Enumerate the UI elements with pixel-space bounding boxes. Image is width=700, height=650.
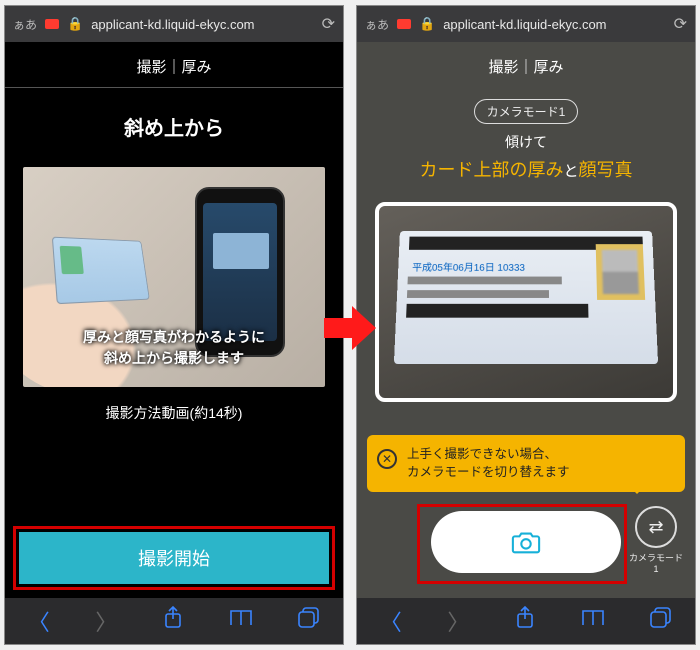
- phone-screenshot-left: ぁあ 🔒 applicant-kd.liquid-ekyc.com ⟳ 撮影｜厚…: [4, 5, 344, 645]
- video-caption[interactable]: 撮影方法動画(約14秒): [5, 403, 343, 423]
- mode-switch-hint: ✕ 上手く撮影できない場合、 カメラモードを切り替えます: [367, 435, 685, 493]
- text-size-control[interactable]: ぁあ: [13, 16, 37, 33]
- camera-icon: [511, 529, 541, 555]
- shutter-button[interactable]: [431, 511, 621, 573]
- tabs-icon[interactable]: [650, 607, 672, 635]
- refresh-icon[interactable]: ⟳: [322, 14, 335, 34]
- camera-guide-frame: 平成05年06月16日 10333: [375, 202, 677, 402]
- back-icon[interactable]: 〈: [28, 605, 50, 637]
- page-title: 撮影｜厚み: [357, 42, 695, 87]
- close-hint-icon[interactable]: ✕: [377, 449, 397, 469]
- tabs-icon[interactable]: [298, 607, 320, 635]
- phone-screenshot-right: ぁあ 🔒 applicant-kd.liquid-ekyc.com ⟳ 撮影｜厚…: [356, 5, 696, 645]
- mode-switch-label: カメラモード1: [629, 553, 683, 574]
- start-capture-button[interactable]: 撮影開始: [19, 532, 329, 584]
- demo-overlay-text: 厚みと顔写真がわかるように 斜め上から撮影します: [23, 327, 325, 369]
- text-size-control[interactable]: ぁあ: [365, 16, 389, 33]
- browser-url-bar: ぁあ 🔒 applicant-kd.liquid-ekyc.com ⟳: [357, 6, 695, 42]
- back-icon[interactable]: 〈: [380, 605, 402, 637]
- forward-icon: 〉: [447, 605, 469, 637]
- instruction-screen: 撮影｜厚み 斜め上から 厚みと顔写真がわかるように 斜め上から撮影します 撮影方…: [5, 42, 343, 598]
- demo-image: 厚みと顔写真がわかるように 斜め上から撮影します: [23, 167, 325, 387]
- share-icon[interactable]: [163, 606, 183, 636]
- id-photo-pixelated: [596, 244, 645, 300]
- share-icon[interactable]: [515, 606, 535, 636]
- page-title: 撮影｜厚み: [5, 42, 343, 87]
- camera-capture-screen: 撮影｜厚み カメラモード1 傾けて カード上部の厚みと顔写真 平成05年06月1…: [357, 42, 695, 598]
- swap-icon: ⇄: [635, 506, 677, 548]
- page-url[interactable]: applicant-kd.liquid-ekyc.com: [443, 17, 665, 32]
- browser-toolbar: 〈 〉: [357, 598, 695, 644]
- bookmarks-icon[interactable]: [229, 608, 253, 634]
- page-url[interactable]: applicant-kd.liquid-ekyc.com: [91, 17, 313, 32]
- forward-icon: 〉: [95, 605, 117, 637]
- lock-icon: 🔒: [67, 16, 83, 32]
- flow-arrow-icon: [322, 300, 378, 356]
- lock-icon: 🔒: [419, 16, 435, 32]
- id-card-preview: 平成05年06月16日 10333: [394, 231, 658, 364]
- refresh-icon[interactable]: ⟳: [674, 14, 687, 34]
- recording-indicator-icon: [397, 19, 411, 29]
- camera-mode-pill: カメラモード1: [474, 99, 579, 124]
- capture-target-text: カード上部の厚みと顔写真: [357, 156, 695, 182]
- bookmarks-icon[interactable]: [581, 608, 605, 634]
- instruction-heading: 斜め上から: [5, 112, 343, 141]
- camera-mode-switch[interactable]: ⇄ カメラモード1: [629, 506, 683, 574]
- tilt-instruction: 傾けて: [357, 132, 695, 152]
- recording-indicator-icon: [45, 19, 59, 29]
- divider: [5, 87, 343, 88]
- browser-url-bar: ぁあ 🔒 applicant-kd.liquid-ekyc.com ⟳: [5, 6, 343, 42]
- browser-toolbar: 〈 〉: [5, 598, 343, 644]
- id-card-illustration: [52, 237, 150, 305]
- id-sample-date: 平成05年06月16日 10333: [412, 259, 525, 273]
